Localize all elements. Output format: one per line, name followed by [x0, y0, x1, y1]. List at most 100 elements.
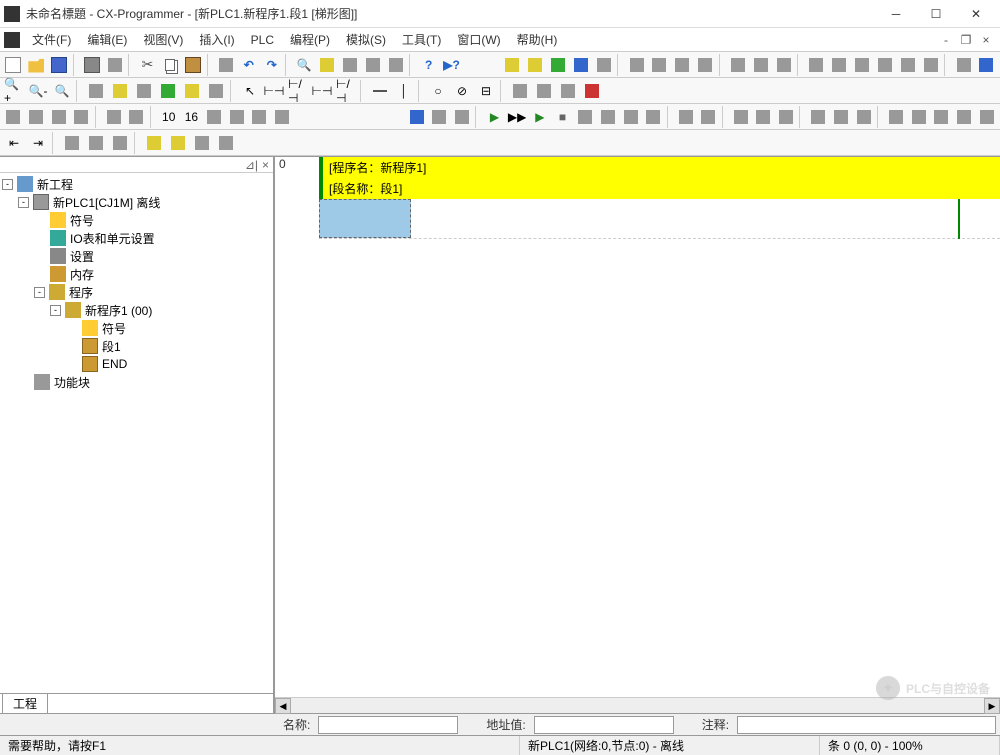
tb1-btn-i[interactable]: [920, 54, 941, 76]
tree-plc[interactable]: 新PLC1[CJ1M] 离线: [53, 194, 160, 211]
online-button[interactable]: [502, 54, 523, 76]
goto-button[interactable]: [340, 54, 361, 76]
tb3-j[interactable]: [226, 106, 247, 128]
tb2-btn-a[interactable]: [509, 80, 531, 102]
menu-insert[interactable]: 插入(I): [191, 29, 242, 50]
watch-button[interactable]: [429, 106, 450, 128]
copy-button[interactable]: [160, 54, 181, 76]
sim-pause-button[interactable]: ▶▶: [507, 106, 528, 128]
tree-memory[interactable]: 内存: [70, 266, 94, 283]
view-button-6[interactable]: [205, 80, 227, 102]
mode-run-button[interactable]: [695, 54, 716, 76]
delete-button[interactable]: [215, 54, 236, 76]
coil-button[interactable]: ○: [427, 80, 449, 102]
minimize-button[interactable]: ─: [876, 0, 916, 28]
tb1-btn-h[interactable]: [898, 54, 919, 76]
cursor-button[interactable]: ↖: [239, 80, 261, 102]
cut-button[interactable]: ✂: [137, 54, 158, 76]
mode-monitor-button[interactable]: [672, 54, 693, 76]
tb3-k[interactable]: [249, 106, 270, 128]
tree-programs[interactable]: 程序: [69, 284, 93, 301]
tb3-ab[interactable]: [931, 106, 952, 128]
find-button[interactable]: 🔍: [294, 54, 315, 76]
tb3-z[interactable]: [886, 106, 907, 128]
save-button[interactable]: [49, 54, 70, 76]
panel-pin-icon[interactable]: ⊿|: [245, 158, 258, 172]
tb3-y[interactable]: [853, 106, 874, 128]
tb1-btn-c[interactable]: [773, 54, 794, 76]
tb1-btn-e[interactable]: [829, 54, 850, 76]
tb3-aa[interactable]: [908, 106, 929, 128]
menu-help[interactable]: 帮助(H): [509, 29, 566, 50]
address-field[interactable]: [534, 716, 674, 734]
tree-toggle[interactable]: -: [34, 287, 45, 298]
tree-settings[interactable]: 设置: [70, 248, 94, 265]
tb1-btn-k[interactable]: [976, 54, 997, 76]
new-button[interactable]: [3, 54, 24, 76]
tb1-btn-j[interactable]: [953, 54, 974, 76]
paste-button[interactable]: [183, 54, 204, 76]
menu-tools[interactable]: 工具(T): [394, 29, 449, 50]
tb3-n[interactable]: [575, 106, 596, 128]
line-h-button[interactable]: [369, 80, 391, 102]
tree-end[interactable]: END: [102, 357, 127, 371]
tb3-e[interactable]: [103, 106, 124, 128]
tb4-d[interactable]: [143, 132, 165, 154]
contact-nc-button[interactable]: ⊢/⊣: [287, 80, 309, 102]
menu-file[interactable]: 文件(F): [24, 29, 79, 50]
tb2-btn-b[interactable]: [533, 80, 555, 102]
menu-edit[interactable]: 编辑(E): [79, 29, 135, 50]
tb3-o[interactable]: [598, 106, 619, 128]
contact-or-button[interactable]: ⊢⊣: [311, 80, 333, 102]
tb4-b[interactable]: [85, 132, 107, 154]
coil-not-button[interactable]: ⊘: [451, 80, 473, 102]
menu-plc[interactable]: PLC: [243, 31, 282, 49]
tree-prog-symbols[interactable]: 符号: [102, 320, 126, 337]
tb3-t[interactable]: [730, 106, 751, 128]
tb1-btn-b[interactable]: [750, 54, 771, 76]
view-button-5[interactable]: [181, 80, 203, 102]
menu-view[interactable]: 视图(V): [135, 29, 191, 50]
zoom-in-button[interactable]: 🔍+: [3, 80, 25, 102]
open-button[interactable]: [26, 54, 47, 76]
tree-io[interactable]: IO表和单元设置: [70, 230, 155, 247]
name-field[interactable]: [318, 716, 458, 734]
zoom-out-button[interactable]: 🔍-: [27, 80, 49, 102]
rung-body[interactable]: [319, 199, 1000, 239]
tb3-x[interactable]: [831, 106, 852, 128]
tb1-btn-f[interactable]: [852, 54, 873, 76]
ladder-editor[interactable]: 0 [程序名：新程序1] [段名称：段1]: [275, 157, 1000, 697]
line-v-button[interactable]: │: [393, 80, 415, 102]
contact-no-button[interactable]: ⊢⊣: [263, 80, 285, 102]
tree-toggle[interactable]: -: [18, 197, 29, 208]
instruction-button[interactable]: ⊟: [475, 80, 497, 102]
contact-ornc-button[interactable]: ⊢/⊣: [335, 80, 357, 102]
mdi-restore-button[interactable]: ❐: [956, 33, 976, 47]
tb3-s[interactable]: [698, 106, 719, 128]
redo-button[interactable]: ↷: [261, 54, 282, 76]
mdi-close-button[interactable]: ×: [976, 33, 996, 47]
tb3-d[interactable]: [71, 106, 92, 128]
panel-close-icon[interactable]: ×: [262, 158, 269, 172]
close-button[interactable]: ✕: [956, 0, 996, 28]
tree-symbols[interactable]: 符号: [70, 212, 94, 229]
tb3-ad[interactable]: [976, 106, 997, 128]
menu-window[interactable]: 窗口(W): [449, 29, 508, 50]
tb3-c[interactable]: [48, 106, 69, 128]
sim-stop-button[interactable]: ■: [552, 106, 573, 128]
tb1-btn-g[interactable]: [875, 54, 896, 76]
scroll-right-button[interactable]: ▶: [984, 698, 1000, 714]
tb3-g[interactable]: 10: [158, 106, 179, 128]
next-bookmark-button[interactable]: [386, 54, 407, 76]
tree-fb[interactable]: 功能块: [54, 374, 90, 391]
mode-program-button[interactable]: [626, 54, 647, 76]
view-button-2[interactable]: [109, 80, 131, 102]
about-button[interactable]: ?: [418, 54, 439, 76]
mode-debug-button[interactable]: [649, 54, 670, 76]
monitor-button[interactable]: [406, 106, 427, 128]
menu-simulate[interactable]: 模拟(S): [338, 29, 394, 50]
maximize-button[interactable]: ☐: [916, 0, 956, 28]
tb3-a[interactable]: [3, 106, 24, 128]
replace-button[interactable]: [317, 54, 338, 76]
zoom-fit-button[interactable]: 🔍: [51, 80, 73, 102]
